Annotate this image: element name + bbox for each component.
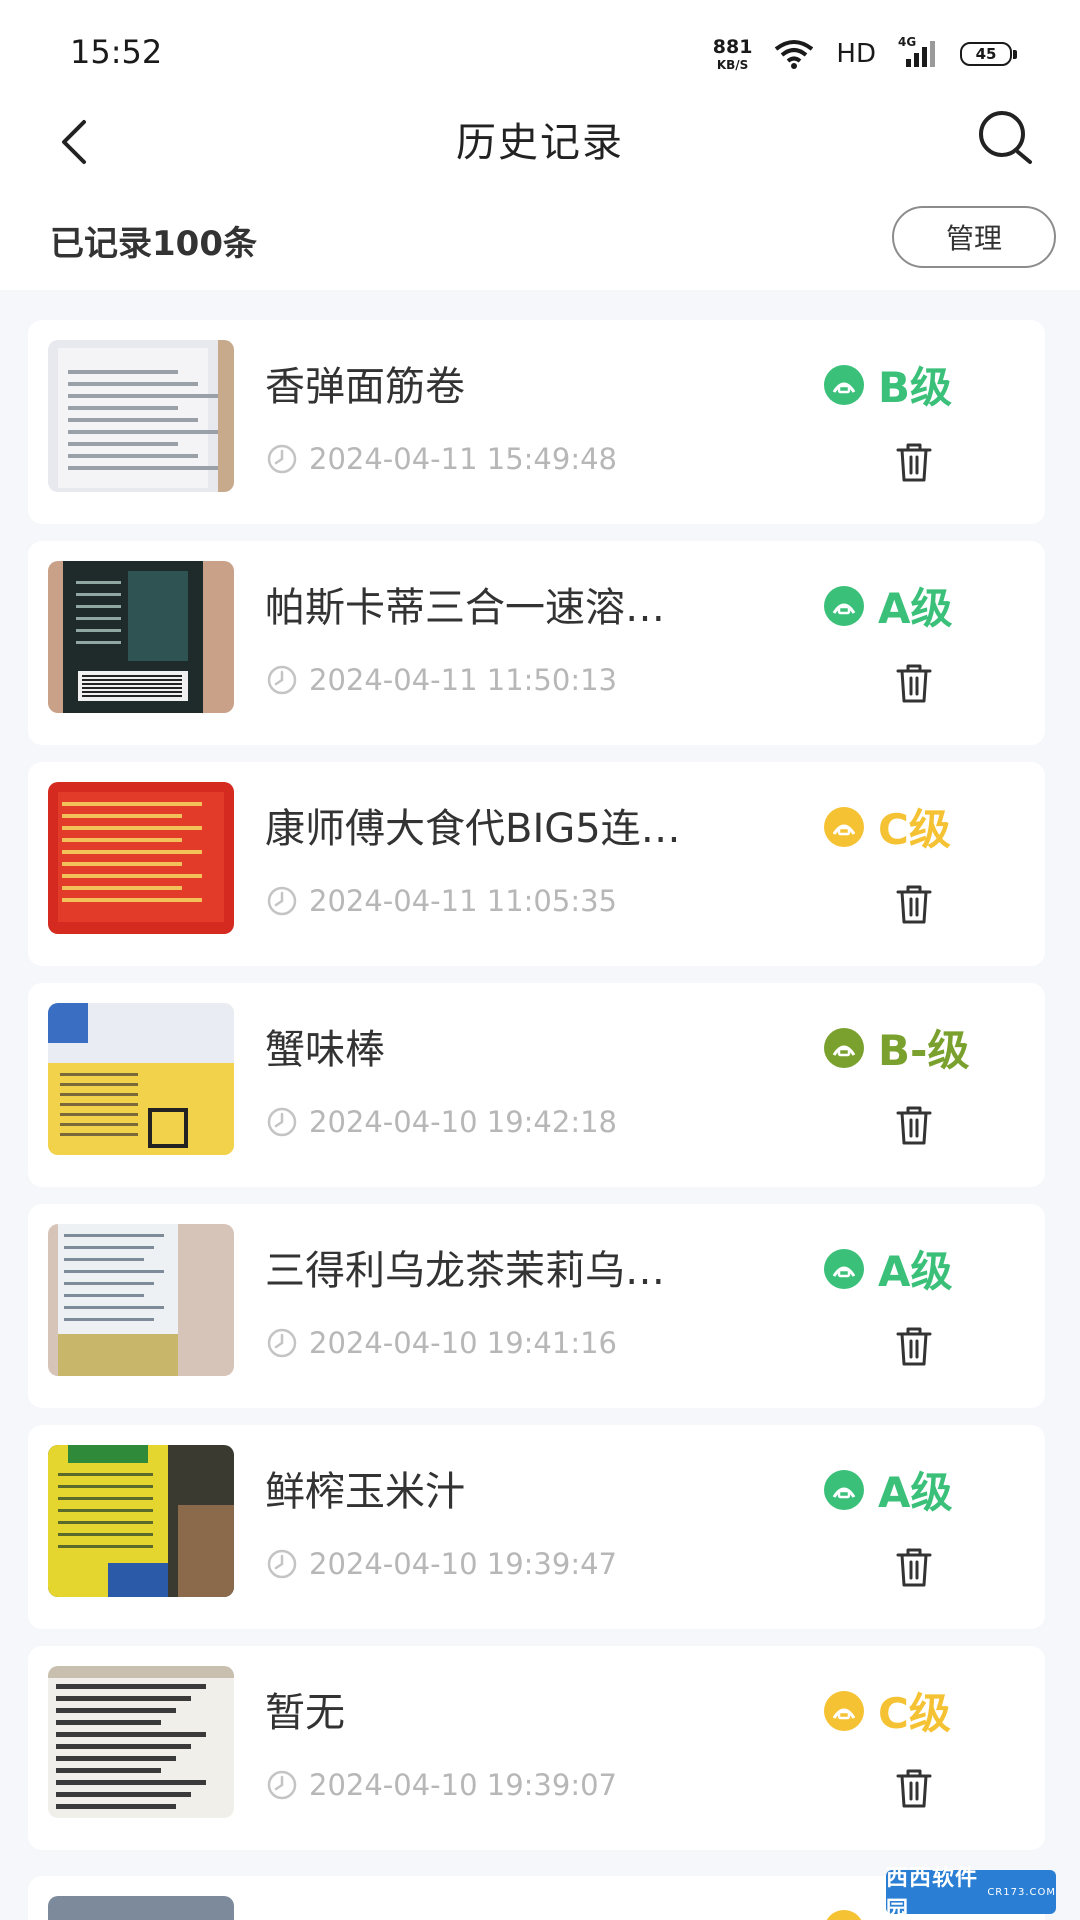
- grade-icon: [824, 1248, 864, 1289]
- clock-icon: [267, 1107, 297, 1137]
- grade-label: A级: [878, 1247, 953, 1296]
- battery-icon: 45: [960, 42, 1017, 66]
- cell-signal-icon: 4G: [898, 35, 938, 69]
- manage-button[interactable]: 管理: [892, 206, 1056, 268]
- grade-label: C级: [878, 805, 951, 854]
- grade-badge: A级: [824, 1459, 953, 1520]
- grade-label: A级: [878, 584, 953, 633]
- trash-icon: [896, 1327, 932, 1366]
- record-time: 2024-04-11 11:50:13: [265, 663, 617, 697]
- grade-badge: B级: [824, 354, 952, 415]
- status-bar: 15:52 881 KB/S HD 4G 45: [0, 0, 1080, 100]
- record-time: 2024-04-10 19:39:07: [265, 1768, 617, 1802]
- product-thumbnail: [48, 1224, 234, 1376]
- delete-button[interactable]: [890, 1764, 938, 1812]
- list-item[interactable]: 香弹面筋卷 2024-04-11 15:49:48 B级: [28, 320, 1045, 524]
- grade-label: B-级: [878, 1026, 970, 1075]
- trash-icon: [896, 885, 932, 924]
- record-time-text: 2024-04-11 15:49:48: [309, 442, 617, 476]
- list-item[interactable]: 暂无 2024-04-10 19:39:07 C级: [28, 1646, 1045, 1850]
- watermark: 西西软件园 CR173.COM: [886, 1866, 1056, 1920]
- grade-label: A级: [878, 1468, 953, 1517]
- product-name: 香弹面筋卷: [265, 364, 465, 410]
- network-speed-value: 881: [712, 35, 753, 58]
- wifi-icon: [775, 40, 814, 69]
- list-item[interactable]: 鲜榨玉米汁 2024-04-10 19:39:47 A级: [28, 1425, 1045, 1629]
- clock-icon: [267, 886, 297, 916]
- product-thumbnail: [48, 1003, 234, 1155]
- product-thumbnail: [48, 561, 234, 713]
- product-thumbnail: [48, 1445, 234, 1597]
- trash-icon: [896, 1548, 932, 1587]
- delete-button[interactable]: [890, 880, 938, 928]
- record-time: 2024-04-11 11:05:35: [265, 884, 617, 918]
- watermark-text: 西西软件园: [886, 1866, 979, 1920]
- partial-grade-icon: [824, 1910, 864, 1920]
- grade-badge: B-级: [824, 1017, 969, 1078]
- grade-icon: [824, 806, 864, 847]
- hd-label: HD: [836, 39, 876, 69]
- grade-icon: [824, 1690, 864, 1731]
- record-time-text: 2024-04-10 19:42:18: [309, 1105, 617, 1139]
- grade-icon: [824, 1469, 864, 1510]
- grade-badge: C级: [824, 796, 951, 857]
- delete-button[interactable]: [890, 438, 938, 486]
- search-icon: [979, 111, 1032, 164]
- grade-label: C级: [878, 1689, 951, 1738]
- record-time: 2024-04-10 19:42:18: [265, 1105, 617, 1139]
- list-item[interactable]: 三得利乌龙茶茉莉乌… 2024-04-10 19:41:16 A级: [28, 1204, 1045, 1408]
- list-item[interactable]: 康师傅大食代BIG5连… 2024-04-11 11:05:35 C级: [28, 762, 1045, 966]
- grade-icon: [824, 364, 864, 405]
- page-title: 历史记录: [456, 120, 624, 166]
- watermark-sub: CR173.COM: [987, 1886, 1056, 1898]
- record-time-text: 2024-04-10 19:39:47: [309, 1547, 617, 1581]
- product-name: 鲜榨玉米汁: [265, 1469, 465, 1515]
- clock-icon: [267, 1328, 297, 1358]
- trash-icon: [896, 1106, 932, 1145]
- grade-icon: [824, 1027, 864, 1068]
- network-speed-unit: KB/S: [716, 57, 749, 72]
- grade-badge: A级: [824, 1238, 953, 1299]
- record-time-text: 2024-04-10 19:39:07: [309, 1768, 617, 1802]
- delete-button[interactable]: [890, 659, 938, 707]
- nav-bar: 历史记录: [0, 100, 1080, 210]
- partial-thumbnail: [48, 1896, 234, 1920]
- product-name: 三得利乌龙茶茉莉乌…: [265, 1248, 665, 1294]
- record-time: 2024-04-10 19:41:16: [265, 1326, 617, 1360]
- product-thumbnail: [48, 340, 234, 492]
- product-name: 帕斯卡蒂三合一速溶…: [265, 585, 665, 631]
- product-name: 蟹味棒: [265, 1027, 385, 1073]
- clock-icon: [267, 1770, 297, 1800]
- status-time: 15:52: [70, 33, 163, 71]
- product-name: 暂无: [265, 1690, 345, 1736]
- delete-button[interactable]: [890, 1543, 938, 1591]
- grade-label: B级: [878, 363, 953, 412]
- record-time-text: 2024-04-11 11:50:13: [309, 663, 617, 697]
- list-item[interactable]: 帕斯卡蒂三合一速溶… 2024-04-11 11:50:13 A级: [28, 541, 1045, 745]
- grade-icon: [824, 585, 864, 626]
- product-thumbnail: [48, 1666, 234, 1818]
- record-count: 已记录100条: [50, 224, 257, 264]
- record-time: 2024-04-10 19:39:47: [265, 1547, 617, 1581]
- delete-button[interactable]: [890, 1322, 938, 1370]
- status-icons: 881 KB/S HD 4G 45: [712, 34, 1017, 74]
- trash-icon: [896, 1769, 932, 1808]
- clock-icon: [267, 444, 297, 474]
- list-item[interactable]: 蟹味棒 2024-04-10 19:42:18 B-级: [28, 983, 1045, 1187]
- record-time-text: 2024-04-10 19:41:16: [309, 1326, 617, 1360]
- search-button[interactable]: [974, 106, 1040, 172]
- clock-icon: [267, 1549, 297, 1579]
- network-speed: 881 KB/S: [712, 35, 753, 72]
- product-name: 康师傅大食代BIG5连…: [265, 806, 681, 852]
- record-time-text: 2024-04-11 11:05:35: [309, 884, 617, 918]
- grade-badge: C级: [824, 1680, 951, 1741]
- trash-icon: [896, 443, 932, 482]
- record-time: 2024-04-11 15:49:48: [265, 442, 617, 476]
- clock-icon: [267, 665, 297, 695]
- product-thumbnail: [48, 782, 234, 934]
- battery-level: 45: [975, 45, 997, 63]
- delete-button[interactable]: [890, 1101, 938, 1149]
- trash-icon: [896, 664, 932, 703]
- grade-badge: A级: [824, 575, 953, 636]
